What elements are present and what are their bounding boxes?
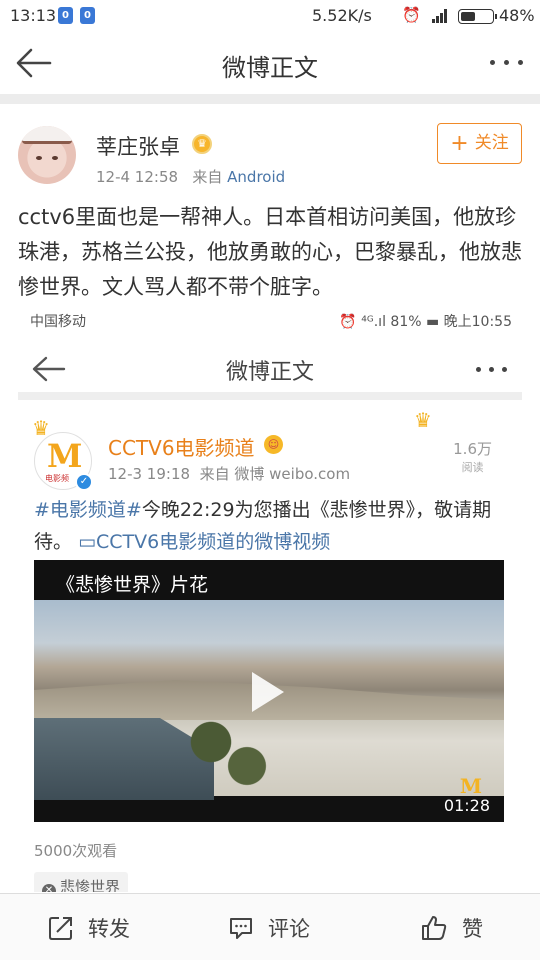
more-options-icon — [476, 367, 508, 373]
video-title: 《悲惨世界》片花 — [56, 574, 209, 596]
status-bar: 13:13 0 0 5.52K/s ⏰ 48% — [0, 0, 540, 32]
repost-icon — [49, 916, 72, 940]
embedded-carrier: 中国移动 — [30, 314, 86, 330]
comment-button[interactable]: 评论 — [228, 894, 310, 960]
play-icon — [252, 672, 284, 712]
like-label: 赞 — [462, 916, 483, 941]
nav-bar: 微博正文 — [0, 32, 540, 94]
post-text: cctv6里面也是一帮神人。日本首相访问美国，他放珍珠港，苏格兰公投，他放勇敢的… — [18, 205, 522, 299]
more-options-icon[interactable] — [490, 60, 524, 68]
follow-button[interactable]: + 关注 — [437, 123, 522, 164]
embedded-post-meta: 12-3 19:18 来自 微博 weibo.com — [108, 465, 351, 483]
channel-watermark: M — [459, 774, 482, 798]
status-time: 13:13 — [10, 6, 57, 25]
bottom-action-bar: 转发 评论 赞 — [0, 893, 540, 960]
video-duration: 01:28 — [443, 796, 490, 815]
divider — [0, 94, 540, 104]
cctv6-avatar: M 电影频 ✓ — [34, 432, 93, 491]
emoji-badge-icon: ☺ — [264, 435, 283, 454]
embedded-screenshot[interactable]: 中国移动 ⏰ ⁴ᴳ.ıl 81% ▬ 晚上10:55 微博正文 ♛ ♛ M 电影… — [18, 306, 522, 892]
vip-badge-icon: ♛ — [192, 134, 212, 154]
comment-icon — [230, 917, 252, 939]
embedded-status-right: ⏰ ⁴ᴳ.ıl 81% ▬ 晚上10:55 — [339, 314, 512, 330]
network-speed: 5.52K/s — [312, 6, 372, 25]
embedded-status-bar: 中国移动 ⏰ ⁴ᴳ.ıl 81% ▬ 晚上10:55 — [18, 306, 522, 336]
page-title: 微博正文 — [222, 54, 318, 82]
follow-label: 关注 — [474, 133, 509, 153]
author-name[interactable]: 莘庄张卓 — [96, 131, 180, 161]
comment-label: 评论 — [268, 916, 310, 941]
repost-button[interactable]: 转发 — [48, 894, 130, 960]
crown-icon: ♛ — [414, 408, 432, 432]
video-link-icon: ▭ — [78, 531, 97, 553]
video-link: ▭CCTV6电影频道的微博视频 — [78, 531, 331, 553]
post-source[interactable]: Android — [227, 168, 285, 186]
repost-label: 转发 — [88, 916, 130, 941]
read-count: 1.6万 阅读 — [453, 440, 492, 474]
author-avatar[interactable] — [18, 126, 76, 184]
battery-percent: 48% — [499, 6, 535, 25]
signal-icon — [432, 9, 450, 23]
embedded-post-text: #电影频道#今晚22:29为您播出《悲惨世界》，敬请期待。 ▭CCTV6电影频道… — [34, 499, 492, 553]
plus-icon: + — [450, 131, 469, 156]
post-from-label: 来自 — [192, 168, 223, 186]
video-player: 《悲惨世界》片花 M 01:28 — [34, 560, 504, 822]
thumbs-up-icon — [422, 915, 447, 940]
topic-icon: ✕ — [42, 884, 56, 892]
hashtag: #电影频道# — [34, 499, 142, 521]
view-count: 5000次观看 — [34, 842, 118, 860]
verified-icon: ✓ — [75, 473, 93, 491]
embedded-author-name: CCTV6电影频道 — [108, 436, 255, 460]
like-button[interactable]: 赞 — [420, 894, 483, 960]
embedded-weibo-card: ♛ ♛ M 电影频 ✓ CCTV6电影频道 ☺ 12-3 19:18 来自 微博… — [18, 408, 522, 892]
embedded-nav-bar: 微博正文 — [18, 336, 522, 400]
notification-app-icon: 0 — [58, 7, 73, 24]
notification-app-icon: 0 — [80, 7, 95, 24]
post-meta: 12-4 12:58 来自 Android — [96, 166, 285, 187]
embedded-page-title: 微博正文 — [225, 360, 314, 385]
alarm-icon: ⏰ — [402, 6, 421, 24]
topic-chip: ✕ 悲惨世界 — [34, 872, 129, 892]
post-date: 12-4 12:58 — [96, 168, 179, 186]
battery-icon — [458, 9, 497, 24]
